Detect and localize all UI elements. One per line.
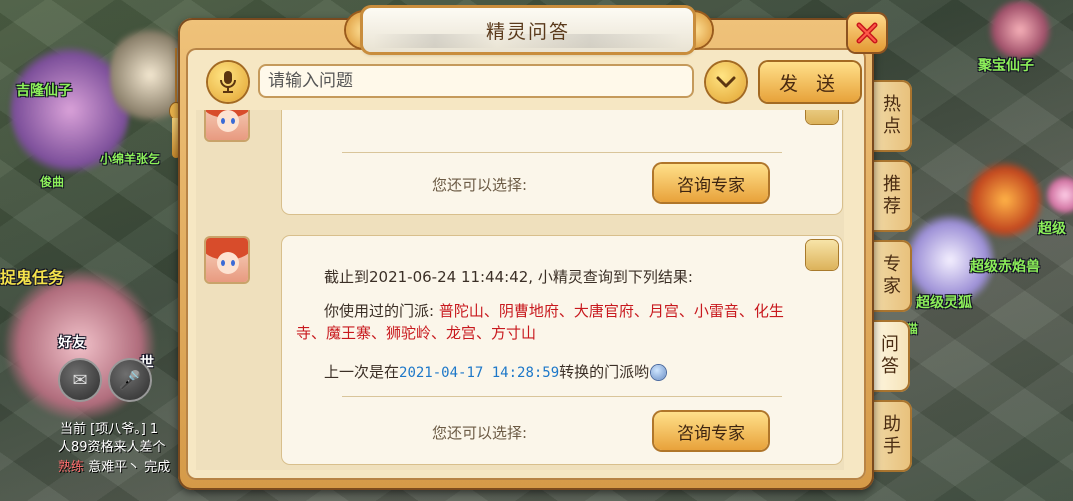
- chevron-down-icon: [716, 76, 736, 88]
- tab-expert[interactable]: 专家: [872, 240, 912, 312]
- tab-qa-label: 问答: [881, 334, 899, 377]
- consult-expert-button[interactable]: 咨询专家: [654, 412, 768, 450]
- consult-expert-button[interactable]: 咨询专家: [654, 164, 768, 202]
- last-change-line: 上一次是在2021-04-17 14:28:59转换的门派哟: [324, 361, 667, 382]
- chat-bubble-icon: ✉: [72, 369, 88, 391]
- tab-assistant-label: 助手: [883, 414, 901, 457]
- tab-hot[interactable]: 热点: [872, 80, 912, 152]
- last-change-time: 2021-04-17 14:28:59: [399, 365, 560, 381]
- history-dropdown-button[interactable]: [706, 62, 746, 102]
- scroll-icon: [806, 240, 838, 270]
- used-sects-line: 你使用过的门派: 普陀山、阴曹地府、大唐官府、月宫、小雷音、化生寺、魔王寨、狮驼…: [296, 300, 796, 344]
- answer-card-2: 截止到2021-06-24 11:44:42, 小精灵查询到下列结果: 你使用过…: [282, 236, 842, 464]
- last-change-suffix: 转换的门派哟: [559, 363, 650, 381]
- close-button[interactable]: [848, 14, 886, 52]
- microphone-icon: [220, 71, 236, 93]
- card-divider: [342, 396, 782, 397]
- chat-button[interactable]: ✉: [58, 358, 102, 402]
- spirit-qa-dialog: 精灵问答 发 送: [168, 8, 886, 490]
- dialog-title-plate: 精灵问答: [363, 8, 693, 52]
- chat-line-3-text: 意难平丶 完成: [88, 460, 171, 475]
- chat-line-1: 当前 [项八爷。] 1: [60, 422, 159, 437]
- used-sects-prefix: 你使用过的门派:: [324, 302, 439, 320]
- answer-card-1: 您还可以选择: 咨询专家: [282, 110, 842, 214]
- npc-name-jilong[interactable]: 吉隆仙子: [16, 80, 72, 100]
- player-name-juqu[interactable]: 俊曲: [40, 173, 64, 190]
- voice-input-button[interactable]: [208, 62, 248, 102]
- npc-sprite-right-top: [985, 0, 1055, 60]
- choose-label: 您还可以选择:: [432, 424, 528, 442]
- tab-recommend-label: 推荐: [883, 174, 901, 217]
- chat-line-3: 熟练 意难平丶 完成: [58, 456, 170, 475]
- question-input[interactable]: [258, 64, 694, 98]
- scroll-icon: [806, 110, 838, 124]
- npc-name-jubao[interactable]: 聚宝仙子: [978, 55, 1034, 75]
- npc-name-linghu[interactable]: 超级灵狐: [916, 292, 972, 312]
- dialog-frame: 精灵问答 发 送: [178, 8, 886, 490]
- card-divider: [342, 152, 782, 153]
- voice-button[interactable]: 🎤: [108, 358, 152, 402]
- tab-recommend[interactable]: 推荐: [872, 160, 912, 232]
- tab-assistant[interactable]: 助手: [872, 400, 912, 472]
- chat-tag: 熟练: [58, 460, 85, 475]
- emoticon-icon: [651, 365, 667, 380]
- close-icon: [856, 22, 878, 44]
- npc-name-chaoji[interactable]: 超级: [1038, 218, 1066, 238]
- choose-label: 您还可以选择:: [432, 176, 528, 194]
- microphone-icon: 🎤: [118, 369, 142, 391]
- chat-line-2: 人89资格来人差个: [58, 440, 166, 455]
- query-result-line: 截止到2021-06-24 11:44:42, 小精灵查询到下列结果:: [324, 268, 693, 286]
- tab-hot-label: 热点: [883, 94, 901, 137]
- player-name-sheep[interactable]: 小绵羊张乞: [100, 150, 160, 167]
- quest-catch-ghost[interactable]: 捉鬼任务: [0, 264, 64, 288]
- friends-label[interactable]: 好友: [58, 332, 86, 352]
- spirit-avatar: [206, 110, 248, 140]
- qa-message-list[interactable]: 您还可以选择: 咨询专家 截止到2021-06-24 11:44:42, 小精灵…: [196, 110, 844, 470]
- dialog-title: 精灵问答: [485, 20, 570, 43]
- spirit-avatar: [206, 238, 248, 282]
- npc-name-chiyanshou[interactable]: 超级赤焰兽: [970, 256, 1040, 276]
- last-change-prefix: 上一次是在: [324, 363, 400, 381]
- tab-qa[interactable]: 问答: [870, 320, 910, 392]
- tab-expert-label: 专家: [883, 254, 901, 297]
- send-button[interactable]: 发 送: [760, 62, 860, 102]
